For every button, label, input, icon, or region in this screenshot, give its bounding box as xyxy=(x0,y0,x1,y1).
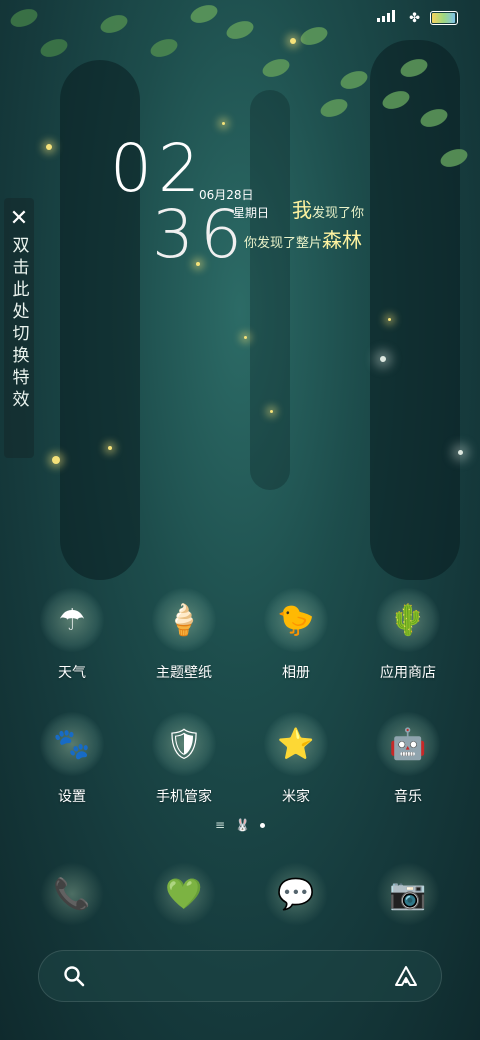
status-bar: ✤ xyxy=(377,10,458,26)
tree-trunk xyxy=(370,40,460,580)
menu-icon[interactable]: ≡ xyxy=(215,818,225,832)
effect-switch-panel[interactable]: ✕ 双击此处切换特效 xyxy=(4,198,34,458)
app-label: 手机管家 xyxy=(156,789,212,805)
camera-icon[interactable]: 📷 xyxy=(389,877,426,912)
firefly xyxy=(46,144,52,150)
slogan-line-2-big: 森林 xyxy=(322,228,363,252)
leaf xyxy=(148,35,180,61)
dock-browser[interactable]: 💚 xyxy=(152,862,216,926)
leaf xyxy=(298,23,330,49)
firefly xyxy=(380,356,386,362)
firefly xyxy=(244,336,247,339)
bunny-icon[interactable]: 🐰 xyxy=(235,818,250,832)
dock-messages[interactable]: 💬 xyxy=(264,862,328,926)
firefly xyxy=(458,450,463,455)
app-themes[interactable]: 🍦 主题壁纸 xyxy=(129,588,239,682)
clover-icon: ✤ xyxy=(409,10,420,26)
phone-bag-icon[interactable]: 📞 xyxy=(53,877,90,912)
app-label: 相册 xyxy=(282,665,310,681)
leaf xyxy=(188,1,220,27)
message-bunny-icon[interactable]: 💬 xyxy=(277,877,314,912)
app-weather[interactable]: ☂ 天气 xyxy=(17,588,127,682)
leaf xyxy=(38,35,70,61)
app-label: 天气 xyxy=(58,665,86,681)
app-label: 音乐 xyxy=(394,789,422,805)
firefly xyxy=(222,122,225,125)
dock-camera[interactable]: 📷 xyxy=(376,862,440,926)
firefly xyxy=(108,446,112,450)
app-gallery[interactable]: 🐤 相册 xyxy=(241,588,351,682)
tree-trunk xyxy=(250,90,290,490)
search-bar[interactable] xyxy=(38,950,442,1002)
cactus-icon[interactable]: 🌵 xyxy=(376,588,440,652)
star-wand-icon[interactable]: ⭐ xyxy=(264,712,328,776)
firefly xyxy=(270,410,273,413)
app-music[interactable]: 🤖 音乐 xyxy=(353,712,463,806)
app-label: 主题壁纸 xyxy=(156,665,212,681)
firefly xyxy=(290,38,296,44)
page-indicator[interactable]: ≡ 🐰 xyxy=(0,818,480,832)
slogan-line-1-rest: 发现了你 xyxy=(312,206,365,221)
battery-icon xyxy=(430,11,458,25)
ice-cream-icon[interactable]: 🍦 xyxy=(152,588,216,652)
search-icon[interactable] xyxy=(61,963,87,989)
shield-icon[interactable]: 🛡 xyxy=(152,712,216,776)
app-settings[interactable]: 🐾 设置 xyxy=(17,712,127,806)
slogan-line-2-rest: 你发现了整片 xyxy=(244,236,323,251)
umbrella-icon[interactable]: ☂ xyxy=(40,588,104,652)
battery-level xyxy=(432,13,456,23)
page-dot[interactable] xyxy=(260,822,265,828)
duck-icon[interactable]: 🐤 xyxy=(264,588,328,652)
effect-switch-text[interactable]: 双击此处切换特效 xyxy=(7,236,32,412)
yellow-robot-icon[interactable]: 🤖 xyxy=(376,712,440,776)
leaf xyxy=(318,95,350,121)
app-store[interactable]: 🌵 应用商店 xyxy=(353,588,463,682)
leaf xyxy=(224,17,256,43)
clock-date: 06月28日 xyxy=(199,188,254,202)
slogan-line-1: 我发现了你 xyxy=(292,194,364,223)
app-label: 设置 xyxy=(58,789,86,805)
leaf xyxy=(260,55,292,81)
clock-weekday: 星期日 xyxy=(233,206,270,220)
signal-bars-icon xyxy=(377,10,399,26)
dock-phone[interactable]: 📞 xyxy=(40,862,104,926)
app-security[interactable]: 🛡 手机管家 xyxy=(129,712,239,806)
assistant-icon[interactable] xyxy=(393,963,419,989)
app-label: 应用商店 xyxy=(380,665,436,681)
browser-heart-icon[interactable]: 💚 xyxy=(165,877,202,912)
slogan-line-2: 你发现了整片森林 xyxy=(244,224,362,253)
leaf xyxy=(8,5,40,31)
leaf xyxy=(98,11,130,37)
firefly xyxy=(388,318,391,321)
cat-paw-icon[interactable]: 🐾 xyxy=(40,712,104,776)
app-mihome[interactable]: ⭐ 米家 xyxy=(241,712,351,806)
leaf xyxy=(338,67,370,93)
close-icon[interactable]: ✕ xyxy=(10,206,28,232)
firefly xyxy=(52,456,60,464)
app-label: 米家 xyxy=(282,789,310,805)
slogan-line-1-big: 我 xyxy=(292,198,312,222)
